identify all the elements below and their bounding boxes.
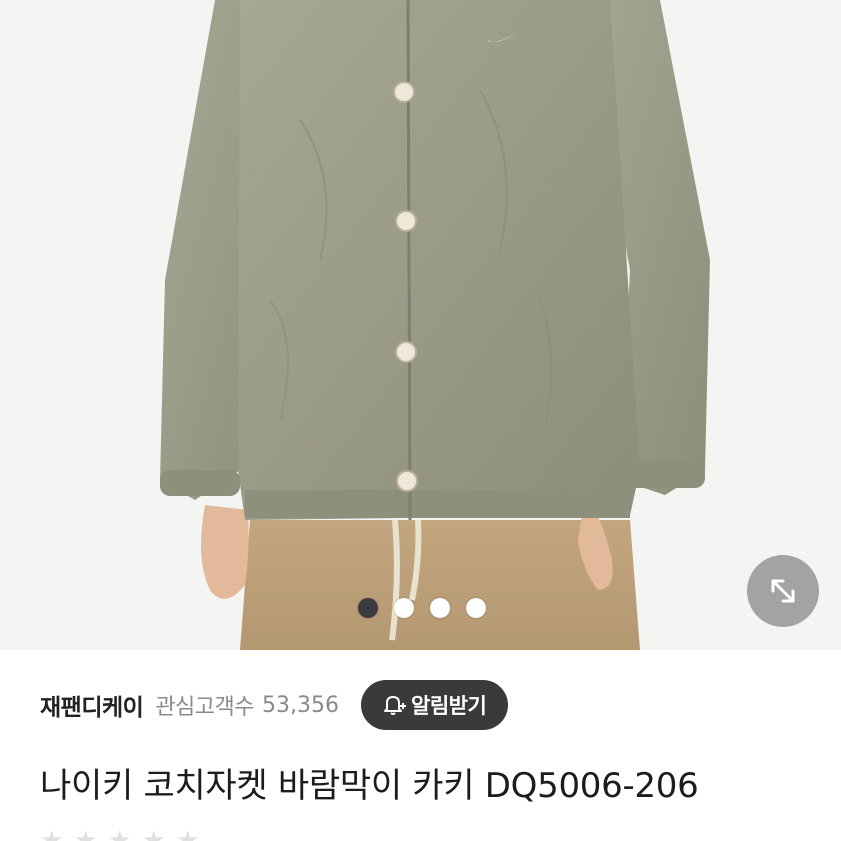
follower-label: 관심고객수 xyxy=(155,695,255,720)
star-icon: ★ xyxy=(176,826,200,841)
star-icon: ★ xyxy=(40,826,64,841)
pagination-dot[interactable] xyxy=(466,598,486,618)
star-icon: ★ xyxy=(74,826,98,841)
star-icon: ★ xyxy=(142,826,166,841)
rating-stars: ★ ★ ★ ★ ★ xyxy=(40,828,202,841)
seller-name[interactable]: 재팬디케이 xyxy=(40,688,144,722)
pagination-dot[interactable] xyxy=(394,598,414,618)
seller-info: 재팬디케이 관심고객수 53,356 알림받기 xyxy=(40,680,820,730)
expand-arrows-icon xyxy=(771,579,795,603)
follower-count: 53,356 xyxy=(262,692,339,718)
product-detail-page: 재팬디케이 관심고객수 53,356 알림받기 나이키 코치자켓 바람막이 카키… xyxy=(0,0,841,841)
product-photo xyxy=(0,0,841,650)
product-title: 나이키 코치자켓 바람막이 카키 DQ5006-206 xyxy=(40,766,699,806)
bell-plus-icon xyxy=(381,692,407,718)
gallery-pagination xyxy=(358,598,486,618)
product-image[interactable] xyxy=(0,0,841,650)
star-icon: ★ xyxy=(108,826,132,841)
pagination-dot[interactable] xyxy=(430,598,450,618)
subscribe-alert-button[interactable]: 알림받기 xyxy=(361,680,509,730)
expand-image-button[interactable] xyxy=(747,555,819,627)
alert-button-label: 알림받기 xyxy=(411,694,487,718)
pagination-dot-active[interactable] xyxy=(358,598,378,618)
